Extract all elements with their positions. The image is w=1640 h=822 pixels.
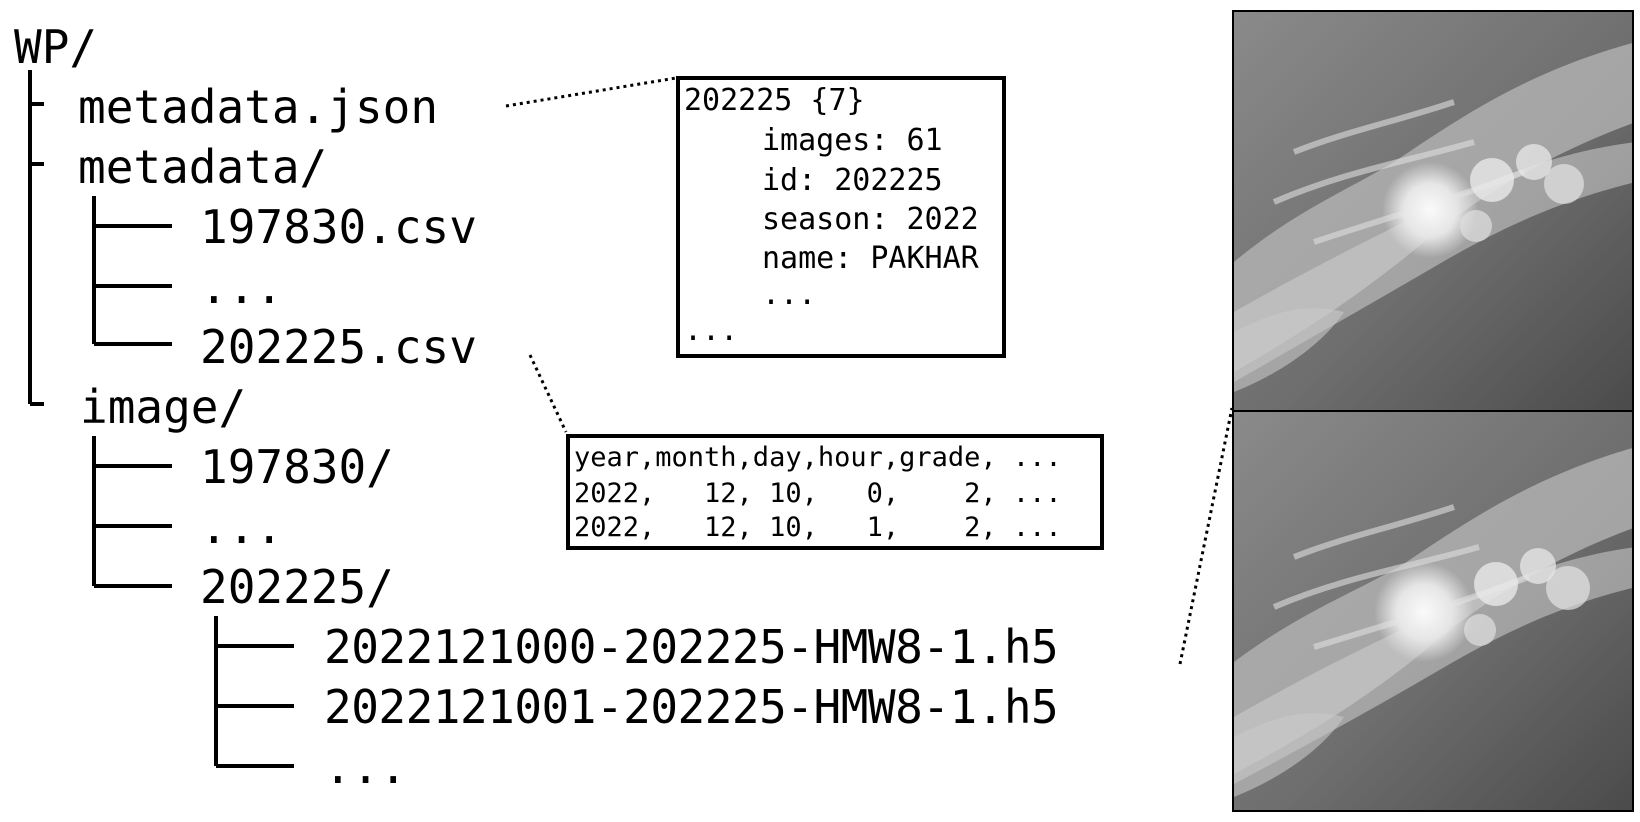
json-field-id: id: 202225 (762, 163, 943, 198)
json-field-images: images: 61 (762, 123, 943, 158)
json-field-ellipsis: ... (762, 277, 817, 312)
csv-row-1: 2022, 12, 10, 0, 2, ... (574, 478, 1062, 509)
tree-image-ellipsis: ... (200, 500, 284, 554)
json-footer: ... (684, 313, 739, 348)
callout-csv-line (528, 354, 568, 433)
tree-image-dir: image/ (80, 380, 247, 434)
satellite-image-2 (1232, 410, 1634, 812)
tree-metadata-ellipsis: ... (200, 260, 284, 314)
metadata-csv-preview: year,month,day,hour,grade, ... 2022, 12,… (566, 434, 1104, 550)
callout-json-line (505, 76, 677, 108)
tree-metadata-json: metadata.json (78, 80, 439, 134)
metadata-json-preview: 202225 {7} images: 61 id: 202225 season:… (676, 76, 1006, 358)
json-field-name: name: PAKHAR (762, 241, 979, 276)
satellite-typhoon-image-icon (1234, 412, 1632, 810)
csv-header-row: year,month,day,hour,grade, ... (574, 442, 1062, 473)
tree-metadata-dir: metadata/ (78, 140, 328, 194)
tree-image-sub-first: 197830/ (200, 440, 394, 494)
tree-h5-file-1: 2022121000-202225-HMW8-1.h5 (324, 620, 1059, 674)
json-header: 202225 {7} (684, 83, 865, 118)
tree-h5-ellipsis: ... (324, 740, 408, 794)
json-field-season: season: 2022 (762, 202, 979, 237)
satellite-typhoon-image-icon (1234, 12, 1632, 410)
tree-metadata-file-first: 197830.csv (200, 200, 477, 254)
csv-row-2: 2022, 12, 10, 1, 2, ... (574, 512, 1062, 543)
satellite-image-1 (1232, 10, 1634, 412)
tree-h5-file-2: 2022121001-202225-HMW8-1.h5 (324, 680, 1059, 734)
tree-metadata-file-last: 202225.csv (200, 320, 477, 374)
callout-image-line (1178, 407, 1234, 665)
tree-root: WP/ (14, 20, 98, 74)
tree-image-sub-last: 202225/ (200, 560, 394, 614)
